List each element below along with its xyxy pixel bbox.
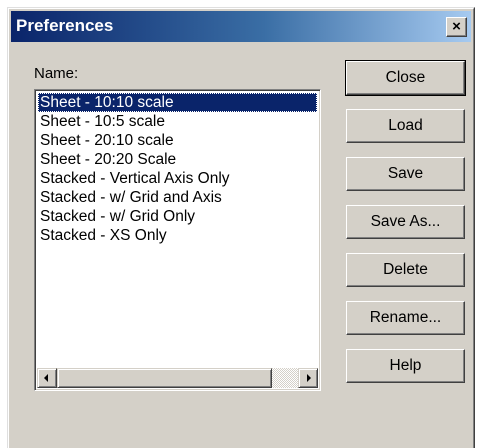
arrow-left-icon xyxy=(44,374,48,382)
preferences-dialog: Preferences × Name: Sheet - 10:10 scale … xyxy=(7,7,475,448)
close-icon[interactable]: × xyxy=(446,17,467,37)
list-item[interactable]: Sheet - 10:10 scale xyxy=(38,93,317,112)
scroll-right-button[interactable] xyxy=(298,368,318,388)
horizontal-scrollbar[interactable] xyxy=(37,368,318,388)
window-title: Preferences xyxy=(16,16,114,35)
list-item[interactable]: Stacked - w/ Grid Only xyxy=(38,207,317,226)
name-label: Name: xyxy=(34,65,79,82)
scroll-left-button[interactable] xyxy=(37,368,57,388)
save-as-button[interactable]: Save As... xyxy=(346,205,465,239)
close-button[interactable]: Close xyxy=(345,60,466,96)
list-item[interactable]: Sheet - 20:20 Scale xyxy=(38,150,317,169)
list-item[interactable]: Stacked - w/ Grid and Axis xyxy=(38,188,317,207)
title-bar[interactable]: Preferences × xyxy=(11,11,471,42)
delete-button[interactable]: Delete xyxy=(346,253,465,287)
load-button[interactable]: Load xyxy=(346,109,465,143)
save-button[interactable]: Save xyxy=(346,157,465,191)
list-item[interactable]: Sheet - 10:5 scale xyxy=(38,112,317,131)
preferences-list[interactable]: Sheet - 10:10 scale Sheet - 10:5 scale S… xyxy=(34,89,321,391)
help-button[interactable]: Help xyxy=(346,349,465,383)
scroll-thumb[interactable] xyxy=(57,368,272,388)
list-item[interactable]: Stacked - XS Only xyxy=(38,226,317,245)
list-item[interactable]: Stacked - Vertical Axis Only xyxy=(38,169,317,188)
rename-button[interactable]: Rename... xyxy=(346,301,465,335)
list-item[interactable]: Sheet - 20:10 scale xyxy=(38,131,317,150)
list-items: Sheet - 10:10 scale Sheet - 10:5 scale S… xyxy=(38,93,317,367)
arrow-right-icon xyxy=(307,374,311,382)
